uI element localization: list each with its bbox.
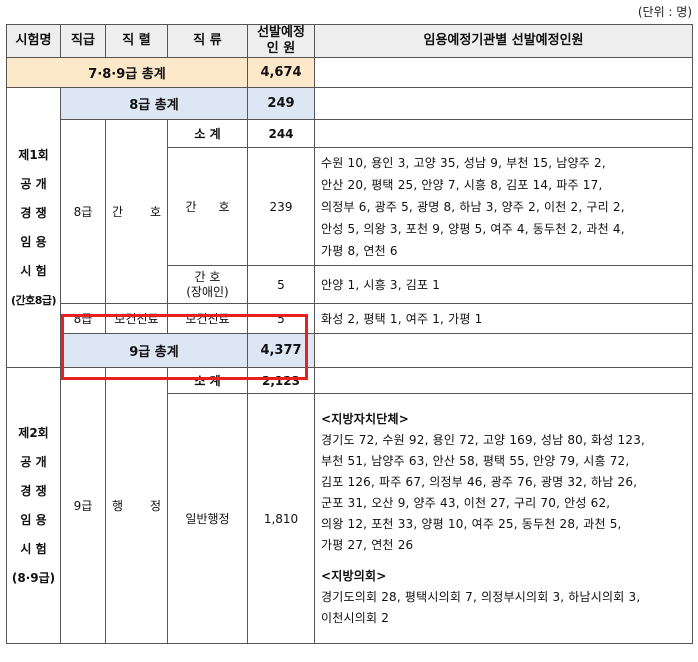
header-count-line2: 인 원 xyxy=(266,41,296,56)
header-count-line1: 선발예정 xyxy=(257,25,305,40)
exam1-health-grade: 8급 xyxy=(60,303,106,334)
exam1-subtotal-dist xyxy=(314,87,693,120)
dist-line: 경기도 72, 수원 92, 용인 72, 고양 169, 성남 80, 화성 … xyxy=(321,432,646,447)
header-count: 선발예정 인 원 xyxy=(247,24,315,58)
exam1-series: 간 호 xyxy=(105,119,168,304)
header-grade: 직급 xyxy=(60,24,106,58)
dist-line: 김포 126, 파주 67, 의정부 46, 광주 76, 광명 32, 하남 … xyxy=(321,474,638,489)
dist-line: 의정부 6, 광주 5, 광명 8, 하남 3, 양주 2, 이천 2, 구리 … xyxy=(321,199,625,214)
exam2-subtotal-value: 4,377 xyxy=(247,333,315,368)
exam2-line: 시 험 xyxy=(20,541,47,556)
exam2-series-a: 행 xyxy=(112,499,124,513)
exam2-line: 제2회 xyxy=(18,425,49,440)
grand-total-row: 7·8·9급 총계 4,674 xyxy=(6,57,693,88)
exam2-small-row: 제2회 공 개 경 쟁 임 용 시 험 (8·9급) 9급 행 정 소 계 2,… xyxy=(6,367,693,644)
exam1-subtotal-label: 8급 총계 xyxy=(60,87,248,120)
exam1-subtotal-value: 249 xyxy=(247,87,315,120)
dist-line: 군포 31, 오산 9, 양주 43, 이천 27, 구리 70, 안성 62, xyxy=(321,495,611,510)
exam1-health-row: 8급 보건진료 보건진료 5 화성 2, 평택 1, 여주 1, 가평 1 xyxy=(7,303,693,334)
local-title: <지방자치단체> xyxy=(321,411,409,426)
exam1-health-dist: 화성 2, 평택 1, 여주 1, 가평 1 xyxy=(314,303,693,334)
header-series: 직 렬 xyxy=(105,24,168,58)
exam2-series: 행 정 xyxy=(105,367,168,644)
dist-line: 가평 27, 연천 26 xyxy=(321,537,414,552)
grand-total-label: 7·8·9급 총계 xyxy=(6,57,248,88)
exam1-grade: 8급 xyxy=(60,119,106,304)
exam1-nurse-kind-b: 호 xyxy=(218,200,230,214)
exam2-admin-kind: 일반행정 xyxy=(167,393,248,644)
dist-line: 이천시의회 2 xyxy=(321,610,390,625)
exam1-series-b: 호 xyxy=(149,205,161,219)
exam2-subtotal-label: 9급 총계 xyxy=(60,333,248,368)
exam2-small-dist xyxy=(314,367,693,394)
exam2-small-label: 소 계 xyxy=(167,367,248,394)
exam1-label: 제1회 공 개 경 쟁 임 용 시 험 (간호8급) xyxy=(6,87,61,368)
exam2-line: 공 개 xyxy=(20,454,47,469)
exam1-small-value: 244 xyxy=(247,119,315,148)
exam1-series-a: 간 xyxy=(112,205,124,219)
exam1-health-value: 5 xyxy=(247,303,315,334)
exam1-disabled-dist: 안양 1, 시흥 3, 김포 1 xyxy=(314,265,693,304)
dist-line: 수원 10, 용인 3, 고양 35, 성남 9, 부천 15, 남양주 2, xyxy=(321,155,606,170)
header-row: 시험명 직급 직 렬 직 류 선발예정 인 원 임용예정기관별 선발예정인원 xyxy=(6,24,693,58)
exam2-line: (8·9급) xyxy=(11,570,56,585)
exam1-disabled-kind-line1: 간 호 xyxy=(194,269,221,284)
dist-line: 부천 51, 남양주 63, 안산 58, 평택 55, 안양 79, 시흥 7… xyxy=(321,453,630,468)
exam1-line: 경 쟁 xyxy=(20,205,47,220)
exam2-subtotal-row: 9급 총계 4,377 xyxy=(7,333,693,368)
exam1-health-kind: 보건진료 xyxy=(167,303,248,334)
exam1-small-label: 소 계 xyxy=(167,119,248,148)
dist-line: 안산 20, 평택 25, 안양 7, 시흥 8, 김포 14, 파주 17, xyxy=(321,177,603,192)
grand-total-dist xyxy=(314,57,693,88)
exam2-line: 경 쟁 xyxy=(20,483,47,498)
exam1-line: 임 용 xyxy=(20,234,47,249)
exam2-grade: 9급 xyxy=(60,367,106,644)
exam1-line: 시 험 xyxy=(20,263,47,278)
exam1-line: (간호8급) xyxy=(10,293,57,307)
exam1-line: 제1회 xyxy=(18,147,49,162)
exam1-line: 공 개 xyxy=(20,176,47,191)
exam2-subtotal-dist xyxy=(314,333,693,368)
exam1-health-series: 보건진료 xyxy=(105,303,168,334)
unit-label: (단위 : 명) xyxy=(637,5,692,19)
dist-line: 안성 5, 의왕 3, 포천 9, 양평 5, 여주 4, 동두천 2, 과천 … xyxy=(321,221,625,236)
exam1-disabled-kind: 간 호 (장애인) xyxy=(167,265,248,304)
grand-total-value: 4,674 xyxy=(247,57,315,88)
dist-line: 경기도의회 28, 평택시의회 7, 의정부시의회 3, 하남시의회 3, xyxy=(321,589,641,604)
exam1-disabled-kind-line2: (장애인) xyxy=(186,284,229,299)
exam2-admin-dist: <지방자치단체> 경기도 72, 수원 92, 용인 72, 고양 169, 성… xyxy=(314,393,693,644)
exam1-subtotal-row: 제1회 공 개 경 쟁 임 용 시 험 (간호8급) 8급 총계 249 xyxy=(6,87,693,368)
header-dist: 임용예정기관별 선발예정인원 xyxy=(314,24,693,58)
exam2-admin-value: 1,810 xyxy=(247,393,315,644)
exam1-nurse-value: 239 xyxy=(247,147,315,266)
exam2-series-b: 정 xyxy=(149,499,161,513)
exam1-nurse-dist: 수원 10, 용인 3, 고양 35, 성남 9, 부천 15, 남양주 2, … xyxy=(314,147,693,266)
exam1-disabled-value: 5 xyxy=(247,265,315,304)
exam2-label: 제2회 공 개 경 쟁 임 용 시 험 (8·9급) xyxy=(6,367,61,644)
council-title: <지방의회> xyxy=(321,568,387,583)
exam1-nurse-kind-a: 간 xyxy=(185,200,197,214)
header-kind: 직 류 xyxy=(167,24,248,58)
exam1-small-row: 8급 간 호 소 계 244 xyxy=(7,119,693,304)
dist-line: 가평 8, 연천 6 xyxy=(321,243,398,258)
exam1-small-dist xyxy=(314,119,693,148)
header-exam: 시험명 xyxy=(6,24,61,58)
recruitment-table: 시험명 직급 직 렬 직 류 선발예정 인 원 임용예정기관별 선발예정인원 7… xyxy=(6,24,693,644)
dist-line: 의왕 12, 포천 33, 양평 10, 여주 25, 동두천 28, 과천 5… xyxy=(321,516,622,531)
exam1-nurse-kind: 간호 xyxy=(167,147,248,266)
exam2-line: 임 용 xyxy=(20,512,47,527)
exam2-small-value: 2,123 xyxy=(247,367,315,394)
